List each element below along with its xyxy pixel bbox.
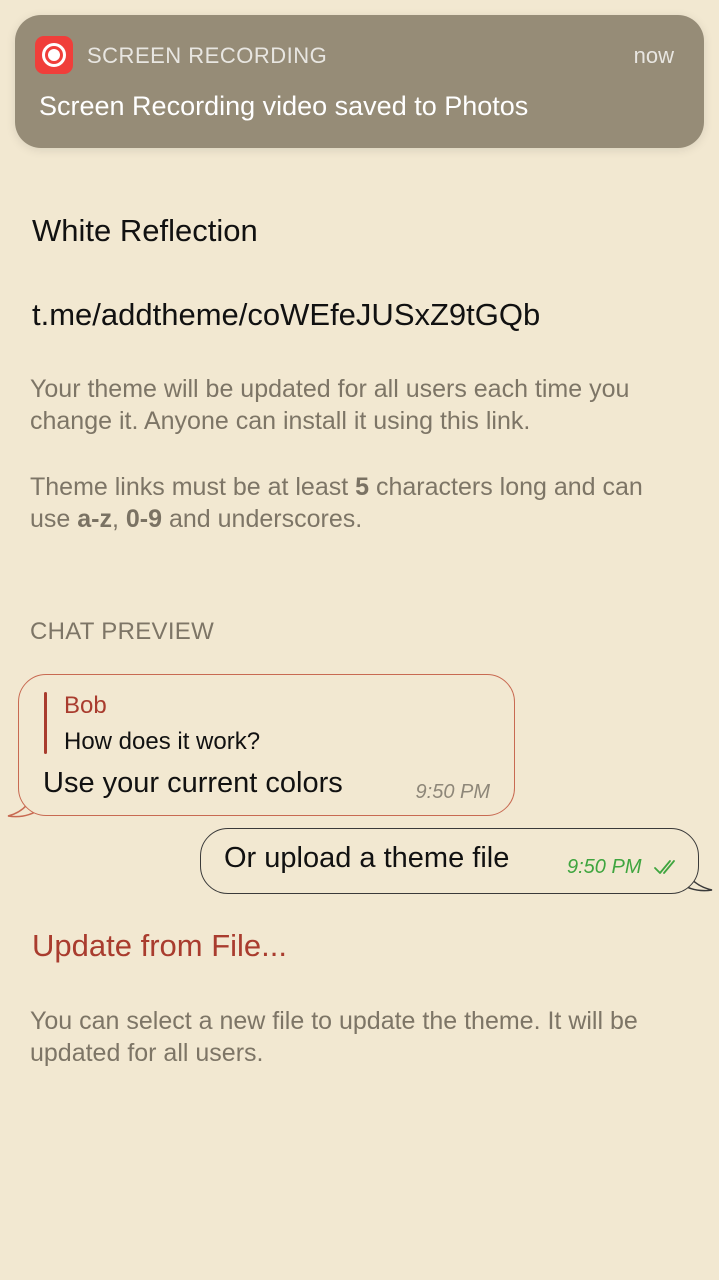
reply-sender-name: Bob bbox=[64, 692, 107, 719]
outgoing-message-text: Or upload a theme file bbox=[224, 842, 510, 874]
screen-recording-icon bbox=[35, 36, 73, 74]
theme-link[interactable]: t.me/addtheme/coWEfeJUSxZ9tGQb bbox=[32, 297, 540, 333]
theme-name: White Reflection bbox=[32, 213, 258, 248]
theme-update-note: Your theme will be updated for all users… bbox=[30, 375, 630, 435]
outgoing-message-time: 9:50 PM bbox=[567, 856, 642, 878]
notification-time: now bbox=[633, 43, 674, 68]
chat-preview-header: CHAT PREVIEW bbox=[30, 618, 215, 645]
double-check-icon bbox=[654, 860, 675, 874]
theme-link-rules: Theme links must be at least 5 character… bbox=[30, 473, 643, 533]
incoming-message-time: 9:50 PM bbox=[415, 781, 490, 803]
incoming-message-bubble: Bob How does it work? Use your current c… bbox=[18, 674, 515, 816]
update-from-file-note: You can select a new file to update the … bbox=[30, 1007, 638, 1067]
update-from-file-button[interactable]: Update from File... bbox=[32, 928, 287, 964]
notification-app-name: SCREEN RECORDING bbox=[87, 43, 328, 68]
outgoing-message-bubble: Or upload a theme file 9:50 PM bbox=[200, 828, 699, 894]
reply-quote-bar bbox=[44, 692, 47, 754]
notification-message: Screen Recording video saved to Photos bbox=[39, 91, 529, 121]
incoming-message-text: Use your current colors bbox=[43, 767, 343, 799]
reply-text: How does it work? bbox=[64, 728, 261, 755]
notification-banner[interactable]: SCREEN RECORDING now Screen Recording vi… bbox=[15, 15, 704, 148]
